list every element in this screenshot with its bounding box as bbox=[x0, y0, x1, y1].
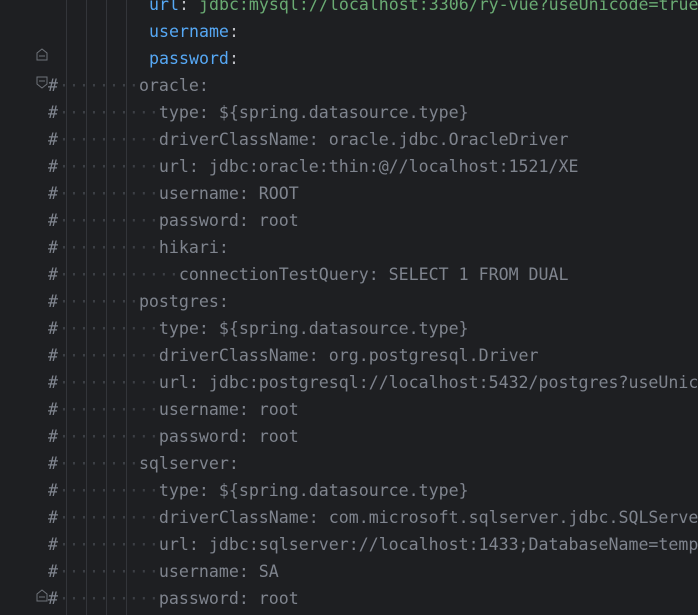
whitespace-dots: ·········· bbox=[59, 562, 159, 581]
yaml-key: url bbox=[149, 0, 179, 14]
comment-hash: # bbox=[48, 535, 58, 554]
comment-hash: # bbox=[48, 184, 58, 203]
comment-hash: # bbox=[48, 130, 58, 149]
whitespace-dots: ·········· bbox=[59, 157, 159, 176]
comment-line[interactable]: # ········oracle: bbox=[0, 72, 698, 99]
yaml-key: username bbox=[149, 22, 229, 41]
whitespace-dots: ·········· bbox=[59, 589, 159, 608]
comment-hash: # bbox=[48, 508, 58, 527]
comment-hash: # bbox=[48, 454, 58, 473]
whitespace-dots: ·········· bbox=[59, 481, 159, 500]
comment-text: username: ROOT bbox=[158, 184, 299, 203]
comment-line[interactable]: # ··········username: ROOT bbox=[0, 180, 698, 207]
comment-text: password: root bbox=[158, 211, 299, 230]
comment-text: type: ${spring.datasource.type} bbox=[158, 319, 469, 338]
comment-text: username: root bbox=[158, 400, 299, 419]
comment-hash: # bbox=[48, 373, 58, 392]
whitespace-dots: ·········· bbox=[59, 184, 159, 203]
comment-line[interactable]: # ········sqlserver: bbox=[0, 450, 698, 477]
comment-hash: # bbox=[48, 346, 58, 365]
comment-text: type: ${spring.datasource.type} bbox=[158, 481, 469, 500]
comment-line[interactable]: # ··········type: ${spring.datasource.ty… bbox=[0, 315, 698, 342]
code-editor[interactable]: url: jdbc:mysql://localhost:3306/ry-vue?… bbox=[0, 0, 698, 615]
whitespace-dots: ············ bbox=[59, 265, 179, 284]
comment-text: hikari: bbox=[158, 238, 229, 257]
comment-line[interactable]: # ··········url: jdbc:postgresql://local… bbox=[0, 369, 698, 396]
whitespace-dots: ·········· bbox=[59, 508, 159, 527]
comment-line[interactable]: # ··········password: root bbox=[0, 207, 698, 234]
comment-hash: # bbox=[48, 103, 58, 122]
comment-hash: # bbox=[48, 238, 58, 257]
comment-text: driverClassName: com.microsoft.sqlserver… bbox=[158, 508, 698, 527]
comment-text: postgres: bbox=[138, 292, 229, 311]
comment-line[interactable]: # ··········driverClassName: org.postgre… bbox=[0, 342, 698, 369]
whitespace-dots: ·········· bbox=[59, 535, 159, 554]
comment-line[interactable]: # ··········type: ${spring.datasource.ty… bbox=[0, 477, 698, 504]
yaml-separator: : bbox=[228, 49, 239, 68]
yaml-separator: : bbox=[228, 22, 239, 41]
comment-text: type: ${spring.datasource.type} bbox=[158, 103, 469, 122]
comment-hash: # bbox=[48, 265, 58, 284]
comment-hash: # bbox=[48, 292, 58, 311]
whitespace-dots: ·········· bbox=[59, 400, 159, 419]
comment-line[interactable]: # ············connectionTestQuery: SELEC… bbox=[0, 261, 698, 288]
comment-line[interactable]: # ··········driverClassName: com.microso… bbox=[0, 504, 698, 531]
comment-hash: # bbox=[48, 319, 58, 338]
comment-text: connectionTestQuery: SELECT 1 FROM DUAL bbox=[178, 265, 569, 284]
whitespace-dots: ········ bbox=[59, 454, 139, 473]
whitespace-dots: ·········· bbox=[59, 319, 159, 338]
comment-text: password: root bbox=[158, 589, 299, 608]
comment-hash: # bbox=[48, 562, 58, 581]
comment-line[interactable]: # ········postgres: bbox=[0, 288, 698, 315]
whitespace-dots: ········ bbox=[59, 76, 139, 95]
code-line[interactable]: url: jdbc:mysql://localhost:3306/ry-vue?… bbox=[0, 0, 698, 18]
comment-text: driverClassName: org.postgresql.Driver bbox=[158, 346, 539, 365]
whitespace-dots: ·········· bbox=[59, 103, 159, 122]
comment-text: oracle: bbox=[138, 76, 209, 95]
code-line[interactable]: username: bbox=[0, 18, 698, 45]
comment-hash: # bbox=[48, 211, 58, 230]
comment-line[interactable]: # ··········type: ${spring.datasource.ty… bbox=[0, 99, 698, 126]
comment-text: sqlserver: bbox=[138, 454, 239, 473]
yaml-separator: : bbox=[178, 0, 199, 14]
whitespace-dots: ·········· bbox=[59, 130, 159, 149]
comment-line[interactable]: # ··········hikari: bbox=[0, 234, 698, 261]
comment-text: url: jdbc:sqlserver://localhost:1433;Dat… bbox=[158, 535, 698, 554]
yaml-value: jdbc:mysql://localhost:3306/ry-vue?useUn… bbox=[198, 0, 698, 14]
comment-text: url: jdbc:postgresql://localhost:5432/po… bbox=[158, 373, 698, 392]
whitespace-dots: ·········· bbox=[59, 373, 159, 392]
comment-hash: # bbox=[48, 400, 58, 419]
comment-hash: # bbox=[48, 76, 58, 95]
whitespace-dots: ·········· bbox=[59, 427, 159, 446]
code-line[interactable]: password: bbox=[0, 45, 698, 72]
comment-line[interactable]: # ··········username: SA bbox=[0, 558, 698, 585]
comment-line[interactable]: # ··········password: root bbox=[0, 423, 698, 450]
comment-line[interactable]: # ··········url: jdbc:oracle:thin:@//loc… bbox=[0, 153, 698, 180]
whitespace-dots: ·········· bbox=[59, 346, 159, 365]
whitespace-dots: ········ bbox=[59, 292, 139, 311]
comment-line[interactable]: # ··········username: root bbox=[0, 396, 698, 423]
comment-hash: # bbox=[48, 589, 58, 608]
comment-line[interactable]: # ··········password: root bbox=[0, 585, 698, 612]
comment-line[interactable]: # ··········driverClassName: oracle.jdbc… bbox=[0, 126, 698, 153]
whitespace-dots: ·········· bbox=[59, 211, 159, 230]
comment-line[interactable]: # ··········url: jdbc:sqlserver://localh… bbox=[0, 531, 698, 558]
comment-hash: # bbox=[48, 157, 58, 176]
comment-hash: # bbox=[48, 481, 58, 500]
comment-text: password: root bbox=[158, 427, 299, 446]
comment-hash: # bbox=[48, 427, 58, 446]
comment-text: username: SA bbox=[158, 562, 279, 581]
comment-text: driverClassName: oracle.jdbc.OracleDrive… bbox=[158, 130, 569, 149]
comment-text: url: jdbc:oracle:thin:@//localhost:1521/… bbox=[158, 157, 579, 176]
yaml-key: password bbox=[149, 49, 229, 68]
whitespace-dots: ·········· bbox=[59, 238, 159, 257]
